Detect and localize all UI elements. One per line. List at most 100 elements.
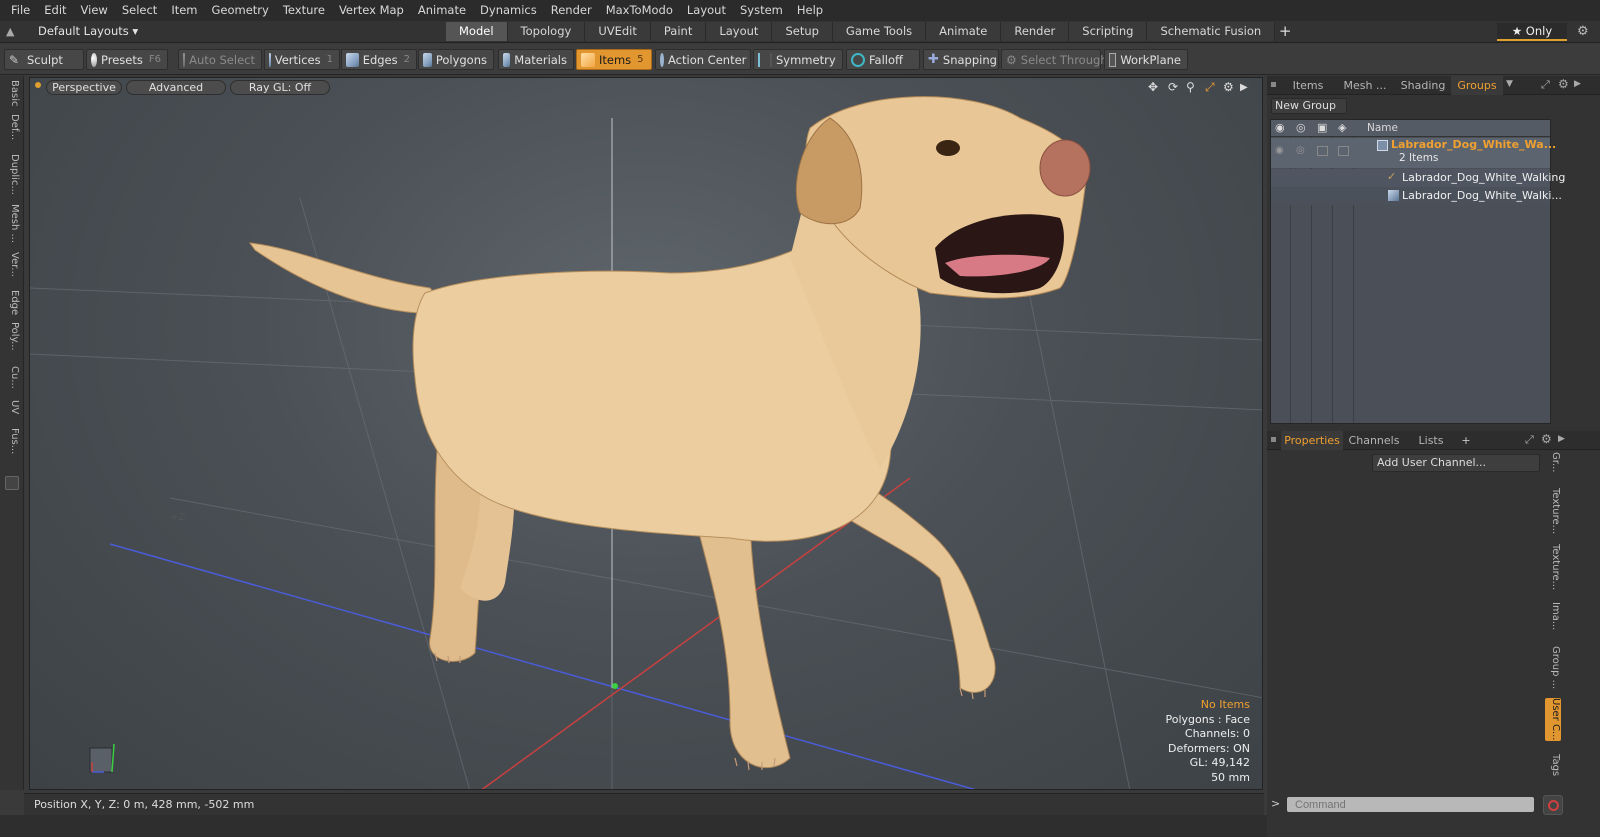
menu-view[interactable]: View bbox=[74, 0, 115, 21]
menu-maxtomodo[interactable]: MaxToModo bbox=[599, 0, 680, 21]
menu-help[interactable]: Help bbox=[790, 0, 830, 21]
panel-arrow-icon[interactable]: ▶ bbox=[1574, 79, 1581, 89]
panel-arrow-icon[interactable]: ▶ bbox=[1558, 434, 1565, 444]
left-tab-uv[interactable]: UV bbox=[4, 400, 20, 414]
items-button[interactable]: Items 5 bbox=[576, 49, 652, 70]
side-tab-group[interactable]: Gr... bbox=[1545, 452, 1561, 472]
menu-system[interactable]: System bbox=[733, 0, 790, 21]
tab-render[interactable]: Render bbox=[1001, 22, 1070, 41]
side-tab-texture-2[interactable]: Texture... bbox=[1545, 544, 1561, 590]
edges-button[interactable]: Edges 2 bbox=[341, 49, 417, 70]
tab-animate[interactable]: Animate bbox=[926, 22, 1002, 41]
new-group-button[interactable]: New Group bbox=[1271, 98, 1347, 114]
left-tab-vertex[interactable]: Ver... bbox=[4, 252, 20, 277]
view-mode-button[interactable]: Perspective bbox=[46, 80, 122, 95]
tab-setup[interactable]: Setup bbox=[772, 22, 833, 41]
menu-file[interactable]: File bbox=[4, 0, 37, 21]
tab-properties[interactable]: Properties bbox=[1281, 431, 1343, 450]
list-item[interactable]: Labrador_Dog_White_Walki... bbox=[1271, 187, 1562, 205]
tab-channels[interactable]: Channels bbox=[1345, 431, 1403, 450]
tab-shading[interactable]: Shading bbox=[1395, 76, 1451, 95]
list-item[interactable]: ✓ Labrador_Dog_White_Walking bbox=[1271, 169, 1565, 187]
panel-gear-icon[interactable]: ⚙ bbox=[1541, 432, 1552, 446]
viewport-settings-icon[interactable]: ⚙ bbox=[1223, 80, 1234, 94]
shading-mode-button[interactable]: Advanced bbox=[126, 80, 226, 95]
tab-schematic-fusion[interactable]: Schematic Fusion bbox=[1147, 22, 1276, 41]
snapping-button[interactable]: ✚ Snapping bbox=[923, 49, 999, 70]
falloff-button[interactable]: Falloff bbox=[846, 49, 920, 70]
left-tab-edge[interactable]: Edge bbox=[4, 290, 20, 315]
left-tab-collapse-button[interactable] bbox=[5, 476, 19, 490]
menu-edit[interactable]: Edit bbox=[37, 0, 73, 21]
panel-gear-icon[interactable]: ⚙ bbox=[1558, 77, 1569, 91]
command-history-button[interactable] bbox=[1543, 795, 1563, 815]
row-lock-checkbox[interactable] bbox=[1317, 146, 1328, 156]
menu-render[interactable]: Render bbox=[544, 0, 599, 21]
side-tab-group-2[interactable]: Group ... bbox=[1545, 646, 1561, 689]
left-tab-duplicate[interactable]: Duplic... bbox=[4, 154, 20, 195]
tab-mesh[interactable]: Mesh ... bbox=[1337, 76, 1393, 95]
tab-layout[interactable]: Layout bbox=[706, 22, 773, 41]
menu-geometry[interactable]: Geometry bbox=[205, 0, 276, 21]
raygl-button[interactable]: Ray GL: Off bbox=[230, 80, 330, 95]
groups-tab-dropdown-icon[interactable]: ▼ bbox=[1506, 79, 1513, 89]
menu-dynamics[interactable]: Dynamics bbox=[473, 0, 544, 21]
tab-game-tools[interactable]: Game Tools bbox=[832, 22, 927, 41]
tab-items[interactable]: Items bbox=[1281, 76, 1335, 95]
expand-panel-icon[interactable]: ⤢ bbox=[1541, 78, 1550, 92]
menu-layout[interactable]: Layout bbox=[680, 0, 733, 21]
add-panel-tab-button[interactable]: + bbox=[1459, 431, 1473, 450]
side-tab-image[interactable]: Ima... bbox=[1545, 602, 1561, 630]
menu-item[interactable]: Item bbox=[164, 0, 204, 21]
select-through-button[interactable]: ⚙ Select Through bbox=[1001, 49, 1108, 70]
add-user-channel-button[interactable]: Add User Channel... bbox=[1372, 454, 1540, 472]
rotate-view-icon[interactable]: ⟳ bbox=[1168, 80, 1178, 94]
action-center-button[interactable]: Action Center bbox=[655, 49, 751, 70]
left-tab-polygon[interactable]: Poly... bbox=[4, 322, 20, 351]
tab-topology[interactable]: Topology bbox=[507, 22, 586, 41]
tab-scripting[interactable]: Scripting bbox=[1069, 22, 1148, 41]
sculpt-button[interactable]: ✎ Sculpt bbox=[4, 49, 84, 70]
tab-paint[interactable]: Paint bbox=[650, 22, 707, 41]
row-eye-icon[interactable]: ◉ bbox=[1275, 145, 1284, 156]
row-render-icon[interactable]: ◎ bbox=[1296, 145, 1305, 156]
menu-select[interactable]: Select bbox=[115, 0, 164, 21]
side-tab-user-channels[interactable]: User C... bbox=[1545, 698, 1561, 741]
tab-groups[interactable]: Groups bbox=[1451, 76, 1503, 95]
zoom-view-icon[interactable]: ⚲ bbox=[1186, 80, 1195, 94]
vertices-button[interactable]: Vertices 1 bbox=[264, 49, 340, 70]
menu-vertex-map[interactable]: Vertex Map bbox=[332, 0, 411, 21]
viewport-menu-arrow-icon[interactable]: ▶ bbox=[1240, 82, 1248, 93]
tab-model[interactable]: Model bbox=[446, 22, 508, 41]
gear-icon[interactable]: ⚙ bbox=[1577, 24, 1589, 39]
command-input[interactable] bbox=[1286, 796, 1535, 813]
workplane-button[interactable]: WorkPlane bbox=[1104, 49, 1188, 70]
left-tab-fusion[interactable]: Fus... bbox=[4, 428, 20, 454]
menu-animate[interactable]: Animate bbox=[411, 0, 473, 21]
symmetry-button[interactable]: Symmetry bbox=[753, 49, 843, 70]
group-row[interactable]: ◉ ◎ Labrador_Dog_White_Wa... 2 Items bbox=[1271, 138, 1556, 168]
expand-panel-icon[interactable]: ⤢ bbox=[1525, 433, 1534, 447]
side-tab-texture-1[interactable]: Texture... bbox=[1545, 488, 1561, 534]
3d-viewport[interactable]: +Z Perspective Advanced Ray GL: Off ✥ ⟳ … bbox=[29, 77, 1263, 790]
tab-lists[interactable]: Lists bbox=[1407, 431, 1455, 450]
layout-selector[interactable]: Default Layouts ▾ bbox=[38, 24, 138, 38]
add-tab-button[interactable]: + bbox=[1275, 22, 1295, 42]
tab-uvedit[interactable]: UVEdit bbox=[585, 22, 651, 41]
row-select-checkbox[interactable] bbox=[1338, 146, 1349, 156]
only-button[interactable]: ★ Only bbox=[1497, 23, 1567, 41]
fit-view-icon[interactable]: ⤢ bbox=[1205, 80, 1215, 95]
left-tab-mesh[interactable]: Mesh ... bbox=[4, 204, 20, 243]
layout-expand-icon[interactable]: ▲ bbox=[6, 25, 20, 39]
polygons-button[interactable]: Polygons bbox=[418, 49, 494, 70]
left-tab-basic[interactable]: Basic bbox=[4, 80, 20, 106]
materials-button[interactable]: Materials bbox=[498, 49, 574, 70]
left-tab-deform[interactable]: Def... bbox=[4, 114, 20, 140]
left-tab-curve[interactable]: Cu... bbox=[4, 366, 20, 389]
move-view-icon[interactable]: ✥ bbox=[1148, 80, 1158, 94]
name-column-header[interactable]: Name bbox=[1367, 122, 1398, 134]
side-tab-tags[interactable]: Tags bbox=[1545, 754, 1561, 776]
auto-select-button[interactable]: Auto Select bbox=[178, 49, 262, 70]
menu-texture[interactable]: Texture bbox=[276, 0, 332, 21]
presets-button[interactable]: Presets F6 bbox=[86, 49, 168, 70]
